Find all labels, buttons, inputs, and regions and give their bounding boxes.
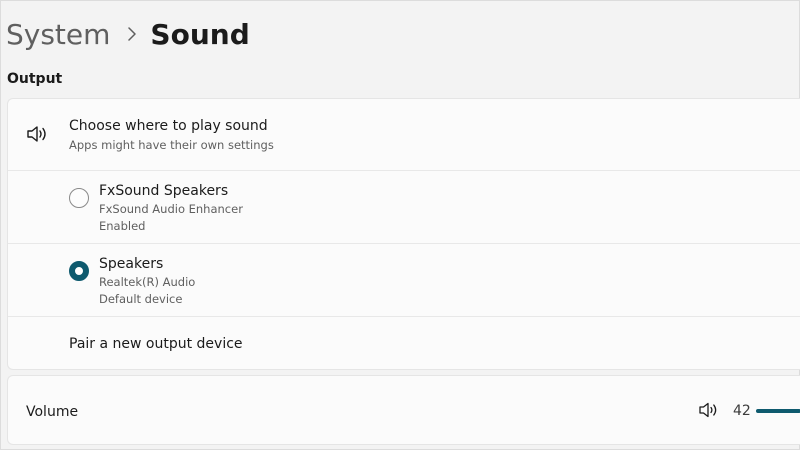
volume-value: 42 xyxy=(733,403,751,419)
device-name: Speakers xyxy=(99,256,164,272)
radio-button-unchecked[interactable] xyxy=(69,188,89,208)
volume-card: Volume 42 xyxy=(7,375,800,445)
device-description: Realtek(R) Audio xyxy=(99,275,196,289)
device-option-fxsound[interactable]: FxSound Speakers FxSound Audio Enhancer … xyxy=(8,171,800,243)
pair-new-device-link[interactable]: Pair a new output device xyxy=(69,336,243,352)
device-option-speakers[interactable]: Speakers Realtek(R) Audio Default device xyxy=(8,244,800,316)
breadcrumb: System Sound xyxy=(6,14,250,54)
output-section-title: Output xyxy=(7,71,63,87)
radio-button-checked[interactable] xyxy=(69,261,89,281)
output-card: Choose where to play sound Apps might ha… xyxy=(7,98,800,370)
device-status: Enabled xyxy=(99,219,146,233)
choose-output-subtitle: Apps might have their own settings xyxy=(69,138,274,152)
choose-output-header[interactable]: Choose where to play sound Apps might ha… xyxy=(8,99,800,170)
page-title: Sound xyxy=(150,17,250,51)
device-name: FxSound Speakers xyxy=(99,183,229,199)
speaker-icon xyxy=(26,124,50,148)
volume-label: Volume xyxy=(26,404,79,420)
volume-icon[interactable] xyxy=(698,401,720,423)
device-status: Default device xyxy=(99,292,183,306)
pair-device-row[interactable]: Pair a new output device xyxy=(8,317,800,370)
device-description: FxSound Audio Enhancer xyxy=(99,202,243,216)
breadcrumb-system[interactable]: System xyxy=(6,18,110,51)
choose-output-title: Choose where to play sound xyxy=(69,118,268,134)
chevron-right-icon xyxy=(128,27,137,41)
volume-slider[interactable] xyxy=(756,409,800,413)
